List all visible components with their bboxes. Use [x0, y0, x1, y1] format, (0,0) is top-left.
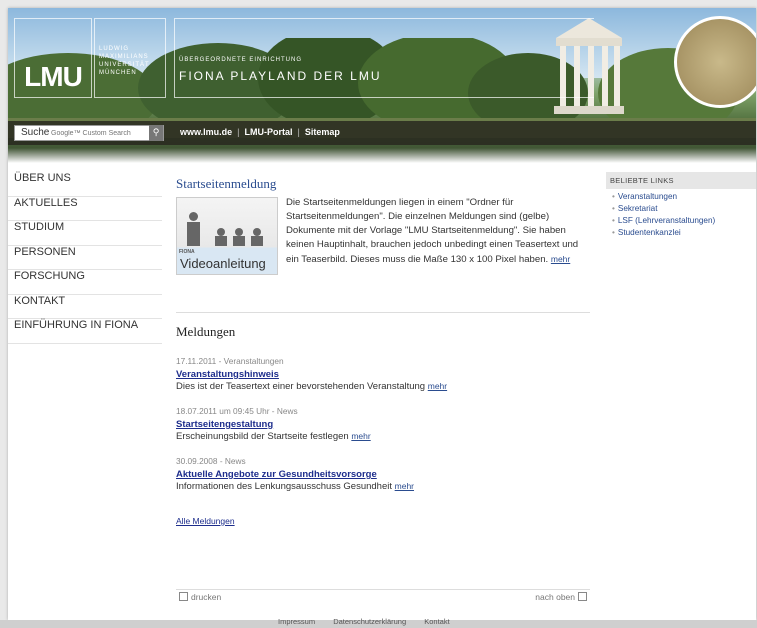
side-link-studentenkanzlei[interactable]: • Studentenkanzlei [606, 225, 756, 237]
start-heading: Startseitenmeldung [176, 176, 277, 191]
news-meta: 18.07.2011 um 09:45 Uhr - News [176, 406, 298, 416]
university-line: MAXIMILIANS [99, 54, 149, 60]
left-navigation: ÜBER UNS AKTUELLES STUDIUM PERSONEN FORS… [8, 172, 162, 344]
nav-item-kontakt[interactable]: KONTAKT [8, 295, 162, 319]
news-title-link[interactable]: Startseitengestaltung [176, 419, 590, 430]
footer-link-impressum[interactable]: Impressum [278, 617, 315, 626]
seal-logo [674, 16, 756, 108]
start-teaser: FIONA Videoanleitung Die Startseitenmeld… [176, 196, 590, 298]
bullet-icon: • [612, 216, 615, 225]
video-image-label: FIONA [179, 249, 195, 255]
side-link-label: LSF (Lehrveranstaltungen) [617, 216, 716, 225]
popular-links: BELIEBTE LINKS • Veranstaltungen • Sekreta… [606, 172, 756, 237]
video-tutorial-image[interactable]: FIONA Videoanleitung [176, 197, 278, 275]
news-item: 18.07.2011 um 09:45 Uhr - News Startseit… [176, 406, 590, 442]
search-label: Suche [21, 127, 50, 138]
print-label: drucken [191, 592, 222, 602]
news-text: Erscheinungsbild der Startseite festlege… [176, 431, 349, 442]
nav-item-ueber-uns[interactable]: ÜBER UNS [8, 172, 162, 197]
news-text-row: Erscheinungsbild der Startseite festlege… [176, 431, 590, 442]
lmu-logo-text: LMU [24, 61, 83, 92]
divider [176, 312, 590, 313]
news-meta: 30.09.2008 - News [176, 456, 246, 466]
news-more-link[interactable]: mehr [428, 381, 447, 391]
news-title-link[interactable]: Veranstaltungshinweis [176, 369, 590, 380]
university-line: UNIVERSITÄT [99, 62, 150, 68]
footer-link-datenschutz[interactable]: Datenschutzerklärung [333, 617, 406, 626]
link-lmu-de[interactable]: www.lmu.de [180, 127, 232, 137]
site-title-box: ÜBERGEORDNETE EINRICHTUNG FIONA PLAYLAND… [174, 18, 594, 98]
side-link-label: Studentenkanzlei [617, 228, 681, 237]
arrow-up-icon [578, 592, 587, 601]
main-content: Startseitenmeldung FIONA Videoanleitung … [176, 176, 590, 526]
banner-fade [8, 148, 756, 163]
news-item: 17.11.2011 - Veranstaltungen Veranstaltu… [176, 356, 590, 392]
separator: | [297, 127, 300, 137]
side-link-lsf[interactable]: • LSF (Lehrveranstaltungen) [606, 213, 756, 225]
bullet-icon: • [612, 192, 615, 201]
nav-item-einfuehrung[interactable]: EINFÜHRUNG IN FIONA [8, 319, 162, 344]
link-sitemap[interactable]: Sitemap [305, 127, 340, 137]
news-heading: Meldungen [176, 324, 236, 339]
news-title-link[interactable]: Aktuelle Angebote zur Gesundheitsvorsorg… [176, 469, 590, 480]
toolbar: Suche ⚲ www.lmu.de | LMU-Portal | Sitemap [8, 121, 756, 145]
nav-item-aktuelles[interactable]: AKTUELLES [8, 197, 162, 221]
university-line: MÜNCHEN [99, 70, 137, 76]
news-meta: 17.11.2011 - Veranstaltungen [176, 356, 284, 366]
news-text: Informationen des Lenkungsausschuss Gesu… [176, 481, 392, 492]
to-top-label: nach oben [535, 592, 575, 602]
site-subtitle: ÜBERGEORDNETE EINRICHTUNG [179, 57, 303, 63]
nav-item-forschung[interactable]: FORSCHUNG [8, 270, 162, 295]
bullet-icon: • [612, 228, 615, 237]
footer-link-kontakt[interactable]: Kontakt [424, 617, 449, 626]
to-top-button[interactable]: nach oben [535, 592, 590, 602]
link-lmu-portal[interactable]: LMU-Portal [245, 127, 293, 137]
video-image-text: Videoanleitung [180, 256, 266, 271]
teaser-more-link[interactable]: mehr [551, 254, 570, 264]
news-item: 30.09.2008 - News Aktuelle Angebote zur … [176, 456, 590, 492]
header-banner: LMU LUDWIG MAXIMILIANS UNIVERSITÄT MÜNCH… [8, 8, 756, 163]
teaser-text: Die Startseitenmeldungen liegen in einem… [286, 197, 579, 265]
university-name: LUDWIG MAXIMILIANS UNIVERSITÄT MÜNCHEN [94, 18, 166, 98]
nav-item-studium[interactable]: STUDIUM [8, 221, 162, 246]
news-text-row: Informationen des Lenkungsausschuss Gesu… [176, 481, 590, 492]
side-link-label: Sekretariat [617, 204, 658, 213]
lmu-logo[interactable]: LMU [14, 18, 92, 98]
side-link-label: Veranstaltungen [617, 192, 678, 201]
university-line: LUDWIG [99, 46, 129, 52]
news-text: Dies ist der Teasertext einer bevorstehe… [176, 381, 426, 392]
search-box: Suche ⚲ [14, 125, 164, 141]
search-icon[interactable]: ⚲ [149, 125, 163, 141]
popular-links-heading: BELIEBTE LINKS [606, 172, 756, 189]
all-news-link[interactable]: Alle Meldungen [176, 516, 590, 526]
print-icon [179, 592, 188, 601]
footer-links: Impressum Datenschutzerklärung Kontakt [278, 617, 466, 626]
content-footer: drucken nach oben [176, 589, 590, 603]
nav-item-personen[interactable]: PERSONEN [8, 246, 162, 270]
site-title[interactable]: FIONA PLAYLAND DER LMU [179, 69, 594, 83]
separator: | [237, 127, 240, 137]
print-button[interactable]: drucken [176, 592, 221, 602]
side-link-sekretariat[interactable]: • Sekretariat [606, 201, 756, 213]
bullet-icon: • [612, 204, 615, 213]
search-input[interactable] [51, 127, 143, 140]
top-links: www.lmu.de | LMU-Portal | Sitemap [180, 127, 340, 137]
news-text-row: Dies ist der Teasertext einer bevorstehe… [176, 381, 590, 392]
page: LMU LUDWIG MAXIMILIANS UNIVERSITÄT MÜNCH… [8, 8, 756, 620]
teaser-text-block: Die Startseitenmeldungen liegen in einem… [286, 196, 590, 267]
news-more-link[interactable]: mehr [395, 481, 414, 491]
side-link-veranstaltungen[interactable]: • Veranstaltungen [606, 189, 756, 201]
news-more-link[interactable]: mehr [351, 431, 370, 441]
